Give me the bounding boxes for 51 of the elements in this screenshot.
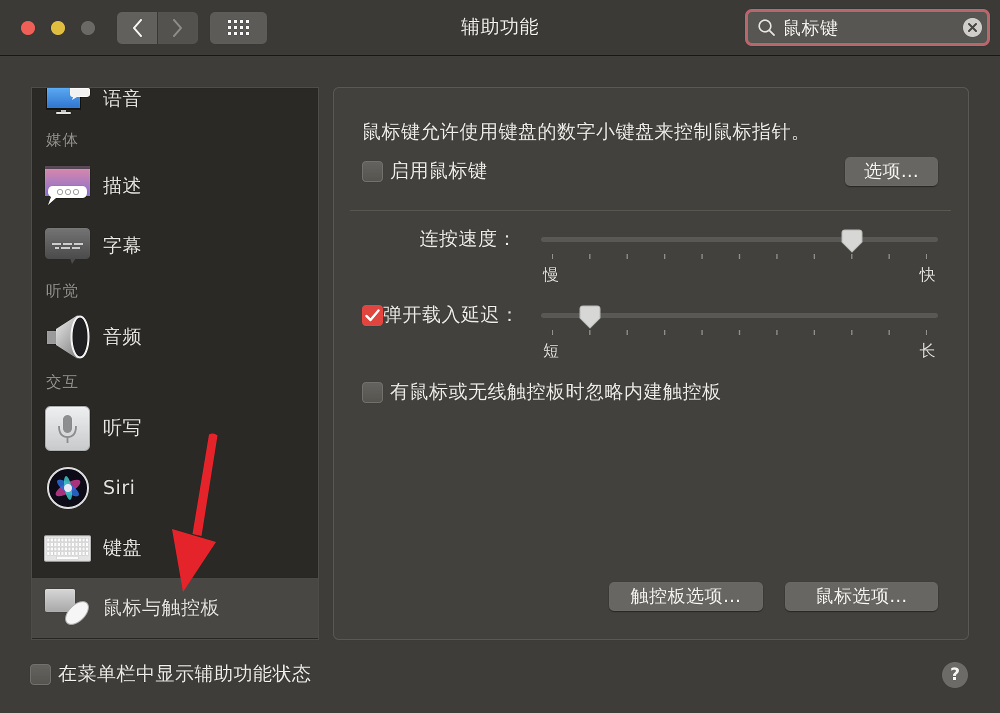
search-field[interactable]: 鼠标键 bbox=[745, 9, 990, 46]
sidebar-item[interactable]: 键盘 bbox=[32, 518, 318, 578]
section-heading: 媒体 bbox=[46, 130, 79, 151]
minimize-button[interactable] bbox=[51, 20, 65, 34]
sidebar-item[interactable]: 语音 bbox=[32, 88, 318, 125]
slider-min-label: 短 bbox=[543, 340, 560, 362]
search-icon bbox=[758, 19, 775, 36]
sidebar-item[interactable]: 鼠标与触控板 bbox=[32, 578, 318, 638]
window-title: 辅助功能 bbox=[461, 16, 539, 38]
speech-bubble-icon bbox=[45, 166, 90, 206]
sidebar-item[interactable]: 听写 bbox=[32, 398, 318, 458]
options-button[interactable]: 选项… bbox=[845, 157, 938, 186]
keyboard-icon bbox=[44, 534, 91, 562]
options-button[interactable]: 鼠标选项… bbox=[785, 582, 938, 611]
chevron-left-icon bbox=[132, 18, 142, 36]
sidebar-item[interactable]: 字幕 bbox=[32, 216, 318, 276]
checkbox[interactable] bbox=[362, 304, 383, 326]
close-button[interactable] bbox=[21, 20, 35, 34]
slider-label: 弹开载入延迟： bbox=[383, 303, 520, 327]
checkmark-icon bbox=[365, 308, 380, 322]
grid-icon bbox=[228, 20, 249, 35]
speaker-icon bbox=[46, 314, 90, 360]
section-heading: 交互 bbox=[46, 372, 79, 393]
checkbox-label: 启用鼠标键 bbox=[390, 159, 488, 184]
sidebar-item[interactable]: 音频 bbox=[32, 307, 318, 367]
mouse-trackpad-icon bbox=[44, 589, 90, 627]
checkbox[interactable] bbox=[30, 664, 51, 685]
microphone-icon bbox=[45, 406, 90, 450]
slider-max-label: 长 bbox=[920, 340, 936, 362]
show-all-button[interactable] bbox=[210, 12, 267, 44]
section-heading: 听觉 bbox=[46, 280, 79, 302]
checkbox[interactable] bbox=[362, 382, 383, 403]
clear-icon[interactable] bbox=[963, 18, 982, 37]
checkbox[interactable] bbox=[362, 161, 383, 182]
back-button[interactable] bbox=[117, 12, 157, 44]
sidebar-item[interactable]: Siri bbox=[32, 458, 318, 518]
help-button[interactable]: ? bbox=[942, 662, 968, 688]
slider-max-label: 快 bbox=[920, 264, 936, 286]
monitor-icon bbox=[46, 88, 90, 114]
caption-bubble-icon bbox=[45, 228, 90, 264]
sidebar-item[interactable]: 描述 bbox=[32, 156, 318, 216]
checkbox-label: 有鼠标或无线触控板时忽略内建触控板 bbox=[390, 380, 722, 406]
slider-label: 连按速度： bbox=[420, 227, 517, 251]
slider-thumb[interactable] bbox=[841, 229, 863, 253]
orb-icon bbox=[46, 467, 88, 509]
slider-min-label: 慢 bbox=[543, 264, 560, 286]
description-text: 鼠标键允许使用键盘的数字小键盘来控制鼠标指针。 bbox=[362, 120, 810, 145]
slider-thumb[interactable] bbox=[578, 305, 600, 329]
checkbox-label: 在菜单栏中显示辅助功能状态 bbox=[58, 662, 312, 688]
chevron-right-icon bbox=[173, 18, 183, 36]
options-button[interactable]: 触控板选项… bbox=[609, 582, 763, 611]
